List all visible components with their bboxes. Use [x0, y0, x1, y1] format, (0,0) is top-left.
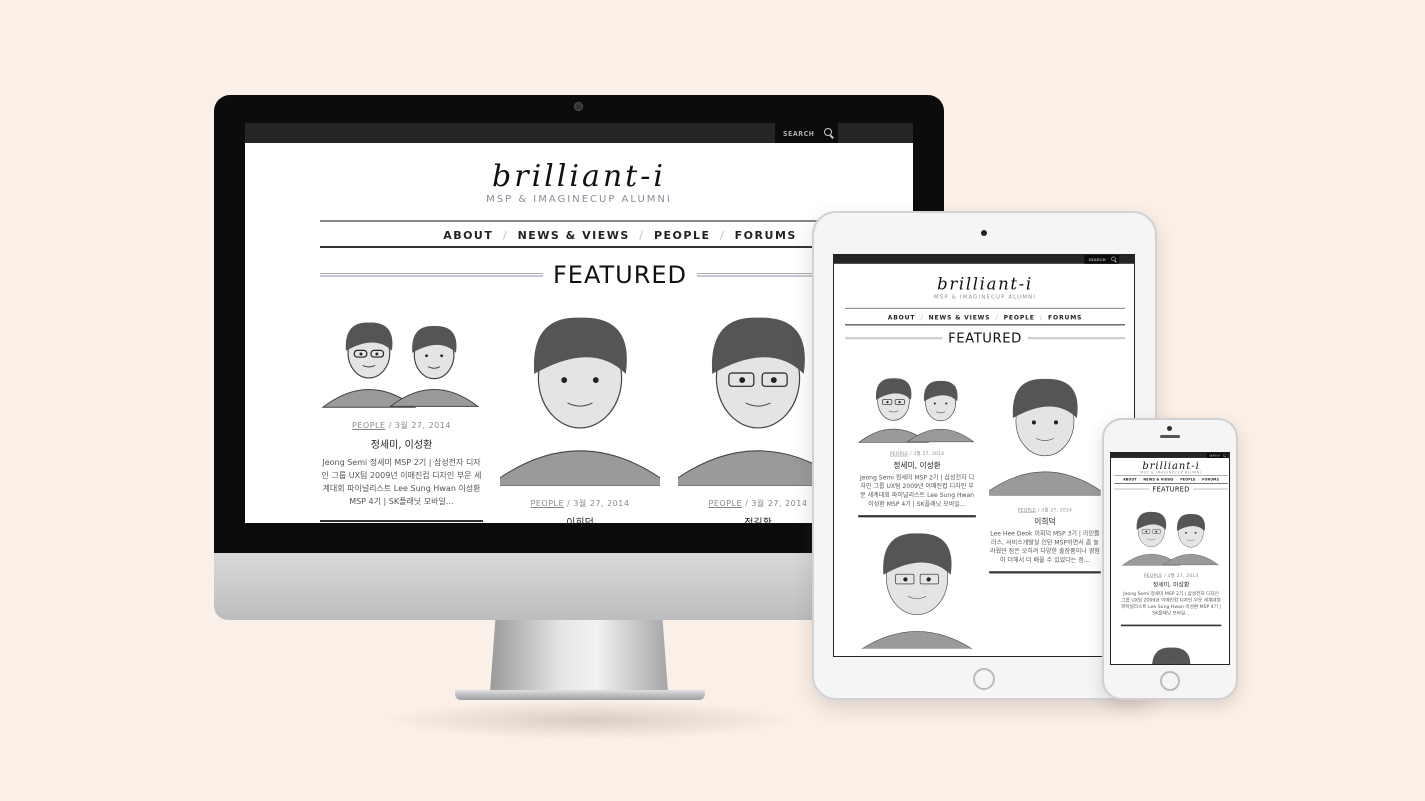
- post-date: 3월 27, 2014: [751, 499, 808, 508]
- nav-forums[interactable]: FORUMS: [1195, 478, 1219, 482]
- phone-screen: SEARCH brilliant-i MSP & IMAGINECUP ALUM…: [1110, 452, 1230, 665]
- post-card[interactable]: PEOPLE / 3월 27, 2014 이희덕 Lee Hee Deok 이희…: [989, 371, 1101, 574]
- portrait-image[interactable]: [1121, 505, 1221, 566]
- category-link[interactable]: PEOPLE: [1144, 573, 1163, 578]
- home-button[interactable]: [1160, 671, 1180, 691]
- top-bar: SEARCH: [1111, 453, 1229, 458]
- featured-heading: FEATURED: [1114, 485, 1228, 494]
- post-card[interactable]: PEOPLE / 3월 27, 2014 정세미, 이성환 Jeong Semi…: [858, 371, 976, 649]
- category-link[interactable]: PEOPLE: [709, 499, 743, 508]
- category-link[interactable]: PEOPLE: [1018, 507, 1036, 512]
- nav-forums[interactable]: FORUMS: [710, 229, 796, 242]
- post-title[interactable]: 정세미, 이성환: [320, 436, 483, 451]
- post-date: 3월 27, 2014: [1041, 507, 1073, 513]
- post-title[interactable]: 정세미, 이성환: [858, 460, 976, 471]
- top-bar: SEARCH: [834, 255, 1134, 264]
- nav-about[interactable]: ABOUT: [1123, 478, 1137, 482]
- search-label: SEARCH: [1088, 257, 1106, 263]
- portrait-image[interactable]: [989, 371, 1101, 496]
- category-link[interactable]: PEOPLE: [890, 451, 908, 456]
- speaker-grille: [1160, 435, 1180, 438]
- nav-forums[interactable]: FORUMS: [1035, 314, 1082, 321]
- search-box[interactable]: SEARCH: [775, 123, 838, 143]
- site-logo[interactable]: brilliant-i: [834, 275, 1134, 294]
- post-date: 3월 27, 2014: [913, 451, 945, 457]
- featured-title: FEATURED: [1152, 485, 1190, 493]
- site-subtitle: MSP & IMAGINECUP ALUMNI: [486, 194, 672, 205]
- site-subtitle: MSP & IMAGINECUP ALUMNI: [1140, 470, 1202, 475]
- post-date: 3월 27, 2014: [573, 499, 630, 508]
- post-excerpt: Jeong Semi 정세미 MSP 2기 | 삼성전자 디자인 그룹 UX팀 …: [321, 458, 482, 506]
- divider: [989, 571, 1101, 574]
- post-excerpt: Jeong Semi 정세미 MSP 2기 | 삼성전자 디자인 그룹 UX팀 …: [1121, 590, 1222, 617]
- site-logo[interactable]: brilliant-i: [245, 159, 913, 194]
- nav-about[interactable]: ABOUT: [888, 314, 916, 321]
- divider: [845, 336, 943, 340]
- portrait-image[interactable]: [858, 371, 976, 444]
- nav-about[interactable]: ABOUT: [443, 229, 493, 242]
- portrait-image[interactable]: [858, 530, 976, 649]
- post-meta: PEOPLE / 3월 27, 2014: [1143, 572, 1199, 579]
- post-meta: PEOPLE / 3월 27, 2014: [889, 451, 945, 457]
- nav-news-views[interactable]: NEWS & VIEWS: [493, 229, 629, 242]
- nav-people[interactable]: PEOPLE: [990, 314, 1034, 321]
- imac-stand-foot: [455, 690, 705, 700]
- search-label: SEARCH: [783, 130, 815, 138]
- divider: [858, 515, 976, 518]
- post-date: 3월 27, 2014: [1167, 572, 1199, 579]
- post-title[interactable]: 이희덕: [989, 516, 1101, 527]
- search-box[interactable]: SEARCH: [1206, 453, 1228, 458]
- nav-people[interactable]: PEOPLE: [1174, 478, 1196, 482]
- post-excerpt: Lee Hee Deok 이희덕 MSP 3기 | 라인플러스, 서비스개발실 …: [990, 530, 1100, 564]
- divider: [1114, 488, 1150, 490]
- portrait-image[interactable]: [1121, 646, 1221, 665]
- featured-title: FEATURED: [948, 330, 1022, 346]
- portrait-image[interactable]: [500, 306, 660, 486]
- featured-heading: FEATURED: [845, 330, 1125, 346]
- post-meta: PEOPLE / 3월 27, 2014: [352, 421, 451, 430]
- nav-news-views[interactable]: NEWS & VIEWS: [1137, 478, 1174, 482]
- site-subtitle: MSP & IMAGINECUP ALUMNI: [933, 294, 1037, 301]
- post-excerpt: Jeong Semi 정세미 MSP 2기 | 삼성전자 디자인 그룹 UX팀 …: [859, 473, 975, 508]
- divider: [1193, 488, 1228, 490]
- post-card[interactable]: PEOPLE / 3월 27, 2014 이희덕: [500, 306, 660, 523]
- nav-people[interactable]: PEOPLE: [630, 229, 711, 242]
- portrait-image[interactable]: [320, 313, 483, 408]
- top-bar: SEARCH: [245, 123, 913, 143]
- nav-news-views[interactable]: NEWS & VIEWS: [915, 314, 990, 321]
- camera-icon: [574, 102, 583, 111]
- search-icon[interactable]: [1222, 453, 1226, 457]
- imac-shadow: [380, 700, 800, 740]
- divider: [1120, 624, 1222, 627]
- category-link[interactable]: PEOPLE: [352, 421, 386, 430]
- post-title[interactable]: 정세미, 이성환: [1121, 580, 1221, 589]
- website-tablet: SEARCH brilliant-i MSP & IMAGINECUP ALUM…: [834, 255, 1134, 656]
- search-label: SEARCH: [1209, 454, 1220, 457]
- search-icon[interactable]: [824, 128, 832, 136]
- camera-icon: [981, 230, 987, 236]
- search-box[interactable]: SEARCH: [1084, 255, 1119, 264]
- home-button[interactable]: [973, 668, 995, 690]
- search-icon[interactable]: [1111, 256, 1116, 262]
- imac-stand: [490, 620, 668, 692]
- tablet-screen: SEARCH brilliant-i MSP & IMAGINECUP ALUM…: [833, 254, 1135, 657]
- post-card[interactable]: PEOPLE / 3월 27, 2014 정세미, 이성환 Jeong Semi…: [1120, 505, 1222, 665]
- featured-title: FEATURED: [552, 261, 688, 289]
- category-link[interactable]: PEOPLE: [531, 499, 565, 508]
- divider: [1027, 336, 1125, 340]
- post-meta: PEOPLE / 3월 27, 2014: [1017, 507, 1073, 513]
- divider: [320, 520, 483, 522]
- post-date: 3월 27, 2014: [394, 421, 451, 430]
- divider: [320, 273, 543, 277]
- camera-icon: [1167, 426, 1172, 431]
- website-mobile: SEARCH brilliant-i MSP & IMAGINECUP ALUM…: [1111, 453, 1229, 665]
- post-meta: PEOPLE / 3월 27, 2014: [530, 499, 630, 508]
- main-nav: ABOUTNEWS & VIEWSPEOPLEFORUMS: [1114, 475, 1228, 484]
- post-title[interactable]: 이희덕: [500, 514, 660, 523]
- main-nav: ABOUTNEWS & VIEWSPEOPLEFORUMS: [845, 307, 1125, 326]
- post-card[interactable]: PEOPLE / 3월 27, 2014 정세미, 이성환 Jeong Semi…: [320, 313, 483, 522]
